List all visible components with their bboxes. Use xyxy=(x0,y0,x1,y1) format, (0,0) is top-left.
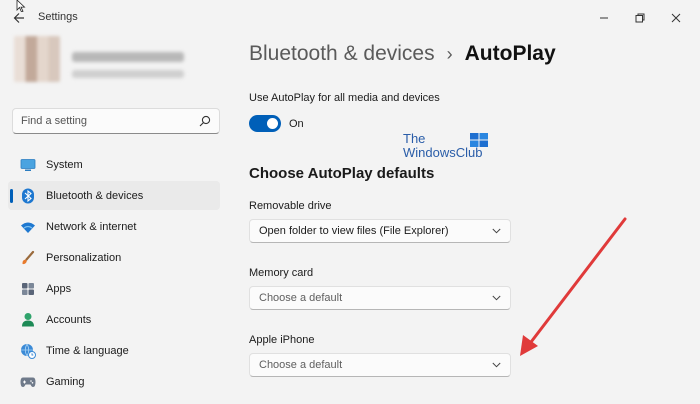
sidebar-item-time-language[interactable]: Time & language xyxy=(8,336,220,365)
toggle-knob xyxy=(267,118,278,129)
page-title: AutoPlay xyxy=(464,42,556,65)
watermark-logo-icon xyxy=(470,133,488,147)
sidebar-item-label: Accounts xyxy=(46,313,92,326)
restore-icon xyxy=(635,13,645,23)
sidebar-item-bluetooth-devices[interactable]: Bluetooth & devices xyxy=(8,181,220,210)
maximize-button[interactable] xyxy=(630,9,650,27)
wifi-icon xyxy=(20,219,36,235)
app-title: Settings xyxy=(38,11,78,23)
search-icon[interactable] xyxy=(199,115,211,127)
memory-card-select[interactable]: Choose a default xyxy=(249,286,511,310)
autoplay-toggle-label: Use AutoPlay for all media and devices xyxy=(249,92,440,104)
sidebar-item-gaming[interactable]: Gaming xyxy=(8,367,220,396)
back-arrow-icon xyxy=(13,13,24,23)
minimize-button[interactable] xyxy=(594,9,614,27)
title-bar: Settings xyxy=(0,0,700,36)
sidebar-item-label: Bluetooth & devices xyxy=(46,189,144,202)
brush-icon xyxy=(20,250,36,266)
sidebar-item-label: Apps xyxy=(46,282,72,295)
apps-icon xyxy=(20,281,36,297)
minimize-icon xyxy=(600,17,608,19)
apple-iphone-select[interactable]: Choose a default xyxy=(249,353,511,377)
profile-email-redacted xyxy=(72,70,184,78)
removable-drive-label: Removable drive xyxy=(249,200,332,212)
close-button[interactable] xyxy=(666,9,686,27)
close-icon xyxy=(671,13,681,23)
sidebar-item-label: Personalization xyxy=(46,251,122,264)
sidebar-item-apps[interactable]: Apps xyxy=(8,274,220,303)
sidebar-nav: System Bluetooth & devices Network & int… xyxy=(8,150,220,398)
chevron-down-icon xyxy=(492,228,501,234)
select-value: Open folder to view files (File Explorer… xyxy=(259,225,449,237)
sidebar-item-system[interactable]: System xyxy=(8,150,220,179)
search-box[interactable] xyxy=(12,108,220,134)
sidebar-item-network-internet[interactable]: Network & internet xyxy=(8,212,220,241)
globe-clock-icon xyxy=(20,343,36,359)
autoplay-toggle[interactable] xyxy=(249,115,281,132)
select-value: Choose a default xyxy=(259,292,343,304)
profile-name-redacted xyxy=(72,52,184,62)
avatar[interactable] xyxy=(14,36,60,82)
sidebar-item-label: Time & language xyxy=(46,344,129,357)
monitor-icon xyxy=(20,157,36,173)
sidebar-item-label: Gaming xyxy=(46,375,85,388)
chevron-down-icon xyxy=(492,362,501,368)
select-value: Choose a default xyxy=(259,359,343,371)
mouse-cursor-icon xyxy=(16,0,26,12)
person-icon xyxy=(20,312,36,328)
apple-iphone-label: Apple iPhone xyxy=(249,334,315,346)
removable-drive-select[interactable]: Open folder to view files (File Explorer… xyxy=(249,219,511,243)
memory-card-label: Memory card xyxy=(249,267,314,279)
breadcrumb: Bluetooth & devices › AutoPlay xyxy=(249,42,556,66)
watermark-line2: WindowsClub xyxy=(403,145,483,160)
section-heading: Choose AutoPlay defaults xyxy=(249,165,435,182)
chevron-down-icon xyxy=(492,295,501,301)
breadcrumb-parent-link[interactable]: Bluetooth & devices xyxy=(249,42,435,66)
sidebar-item-accounts[interactable]: Accounts xyxy=(8,305,220,334)
sidebar-item-label: System xyxy=(46,158,83,171)
sidebar-item-label: Network & internet xyxy=(46,220,137,233)
sidebar-item-personalization[interactable]: Personalization xyxy=(8,243,220,272)
search-input[interactable] xyxy=(21,109,191,133)
gamepad-icon xyxy=(20,374,36,390)
bluetooth-icon xyxy=(20,188,36,204)
watermark: The WindowsClub xyxy=(403,132,493,166)
autoplay-toggle-state: On xyxy=(289,118,304,130)
breadcrumb-separator-icon: › xyxy=(446,43,453,64)
